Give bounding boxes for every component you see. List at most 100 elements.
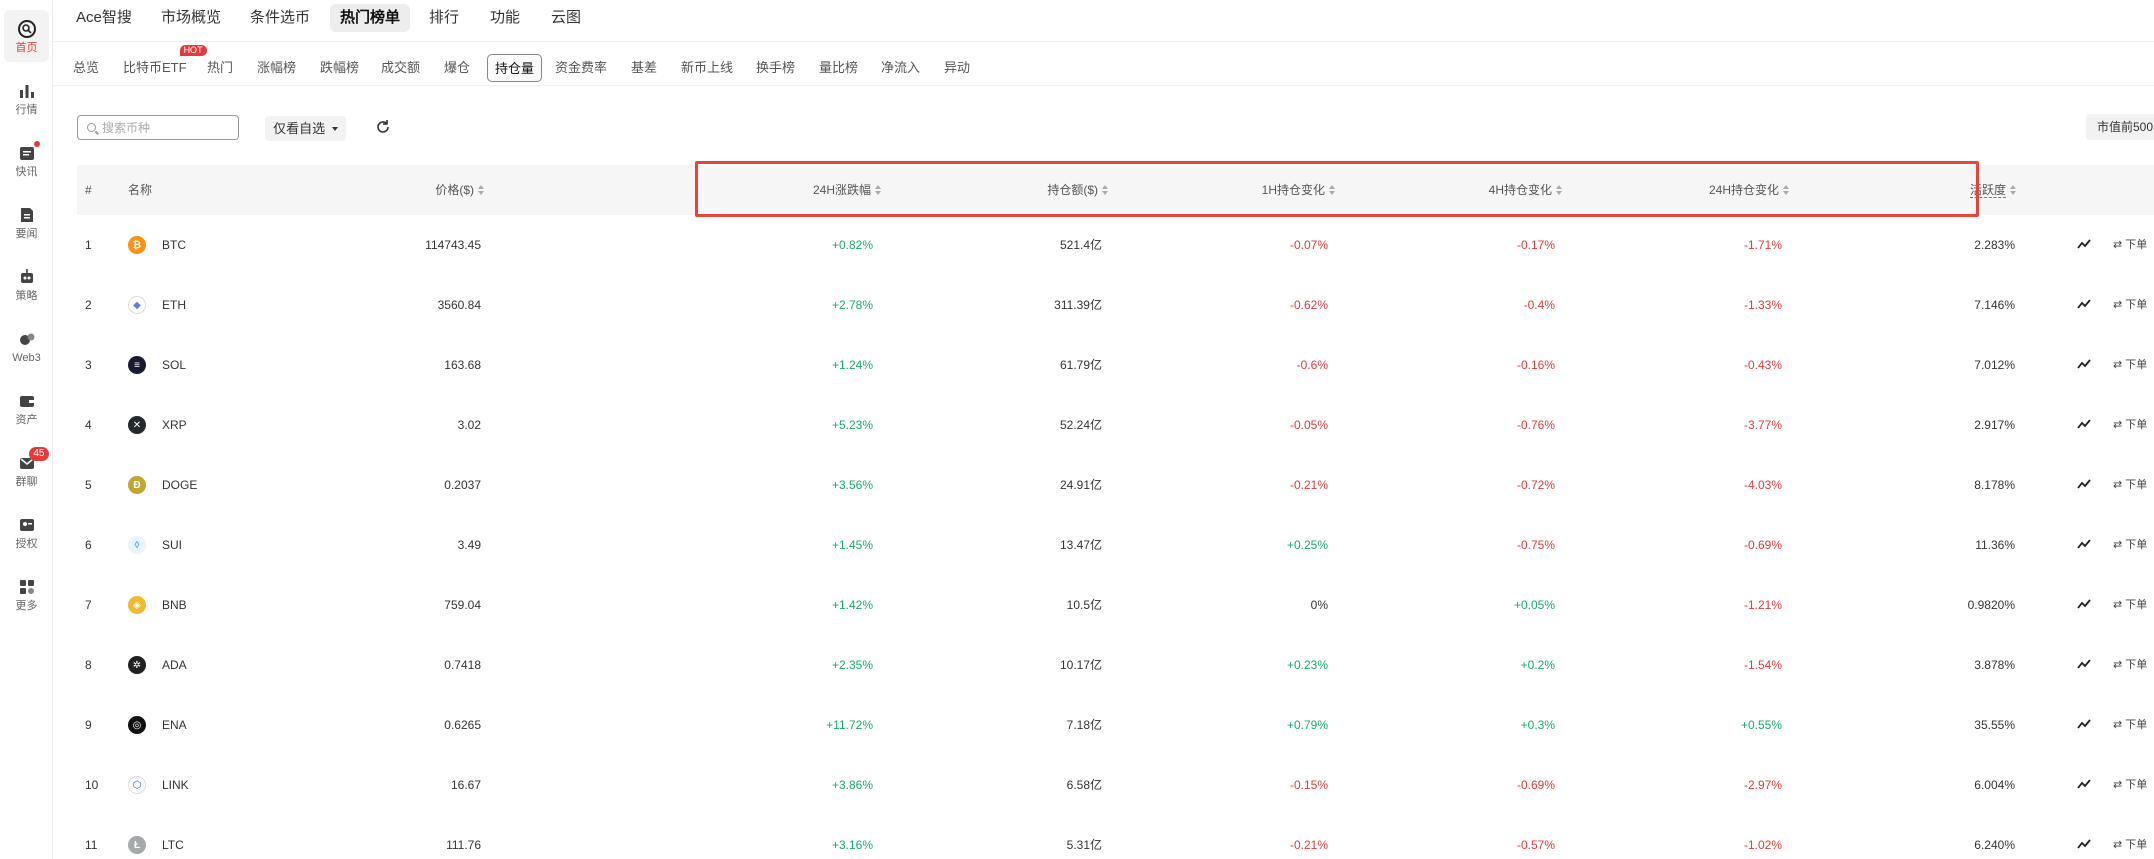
tab-net-inflow[interactable]: 净流入 — [881, 54, 920, 82]
tab-overview[interactable]: 总览 — [73, 54, 99, 82]
sidebar-item-auth[interactable]: 授权 — [0, 506, 53, 558]
nav-hot-lists[interactable]: 热门榜单 — [330, 4, 411, 32]
table-row[interactable]: 8 ✲ ADA 0.7418 +2.35% 10.17亿 +0.23% +0.2% -1.54%… — [77, 635, 2154, 695]
sidebar-item-chat[interactable]: 45 群聊 — [0, 444, 53, 496]
coin-name[interactable]: LTC — [162, 815, 184, 859]
sidebar-item-assets[interactable]: 资产 — [0, 382, 53, 434]
watchlist-only-dropdown[interactable]: 仅看自选 — [265, 116, 346, 141]
coin-logo-icon: ◊ — [128, 536, 146, 554]
left-sidebar: 首页 行情 快讯 要闻 策略 Web3 资产 45 群聊 授权 更多 — [0, 0, 53, 859]
order-button[interactable]: ⇄ 下单 — [2113, 395, 2147, 455]
coin-name[interactable]: BTC — [162, 215, 186, 275]
order-button[interactable]: ⇄ 下单 — [2113, 275, 2147, 335]
trend-chart-icon[interactable] — [2077, 718, 2091, 730]
rank-cell: 3 — [85, 358, 92, 372]
nav-coin-screener[interactable]: 条件选币 — [240, 4, 320, 32]
coin-name[interactable]: ETH — [162, 275, 186, 335]
order-button[interactable]: ⇄ 下单 — [2113, 335, 2147, 395]
market-cap-filter-button[interactable]: 市值前500 — [2086, 114, 2154, 140]
trend-chart-icon[interactable] — [2077, 538, 2091, 550]
trend-chart-icon[interactable] — [2077, 838, 2091, 850]
coin-name[interactable]: DOGE — [162, 455, 197, 515]
tab-basis[interactable]: 基差 — [631, 54, 657, 82]
sidebar-item-flash[interactable]: 快讯 — [0, 134, 53, 186]
nav-ranking[interactable]: 排行 — [419, 4, 469, 32]
tab-volume-ratio[interactable]: 量比榜 — [819, 54, 858, 82]
nav-ace-search[interactable]: Ace智搜 — [66, 4, 142, 32]
coin-name[interactable]: BNB — [162, 575, 187, 635]
tab-liquidations[interactable]: 爆仓 — [444, 54, 470, 82]
table-row[interactable]: 10 ⬡ LINK 16.67 +3.86% 6.58亿 -0.15% -0.69% -2.97… — [77, 755, 2154, 815]
table-row[interactable]: 4 ✕ XRP 3.02 +5.23% 52.24亿 -0.05% -0.76% -3.77% 2… — [77, 395, 2154, 455]
table-row[interactable]: 2 ◆ ETH 3560.84 +2.78% 311.39亿 -0.62% -0.4% -1.3… — [77, 275, 2154, 335]
header-oi-amount[interactable]: 持仓额($) — [957, 165, 1109, 215]
activity-cell: 2.917% — [1974, 418, 2015, 432]
tab-anomaly[interactable]: 异动 — [944, 54, 970, 82]
nav-cloud-map[interactable]: 云图 — [541, 4, 591, 32]
refresh-icon[interactable] — [373, 117, 393, 137]
trend-chart-icon[interactable] — [2077, 298, 2091, 310]
sidebar-item-news[interactable]: 要闻 — [0, 196, 53, 248]
tab-gainers[interactable]: 涨幅榜 — [257, 54, 296, 82]
coin-name[interactable]: ADA — [162, 635, 187, 695]
order-button[interactable]: ⇄ 下单 — [2113, 215, 2147, 275]
tab-losers[interactable]: 跌幅榜 — [320, 54, 359, 82]
table-row[interactable]: 11 Ł LTC 111.76 +3.16% 5.31亿 -0.21% -0.57% -1.02… — [77, 815, 2154, 859]
search-input[interactable]: 搜索币种 — [77, 115, 239, 140]
tab-open-interest[interactable]: 持仓量 — [487, 54, 543, 82]
oi-change-4h-cell: -0.72% — [1516, 478, 1555, 492]
oi-change-24h-cell: -3.77% — [1743, 418, 1782, 432]
table-row[interactable]: 9 ◎ ENA 0.6265 +11.72% 7.18亿 +0.79% +0.3% +0.55%… — [77, 695, 2154, 755]
order-button[interactable]: ⇄ 下单 — [2113, 515, 2147, 575]
sidebar-item-home[interactable]: 首页 — [4, 10, 49, 62]
nav-features[interactable]: 功能 — [480, 4, 530, 32]
header-activity[interactable]: 活跃度 — [1857, 165, 2017, 215]
tab-btc-etf[interactable]: 比特币ETF HOT — [123, 45, 207, 82]
table-row[interactable]: 6 ◊ SUI 3.49 +1.45% 13.47亿 +0.25% -0.75% -0.69% 1… — [77, 515, 2154, 575]
sidebar-item-strategy[interactable]: 策略 — [0, 258, 53, 310]
trend-chart-icon[interactable] — [2077, 358, 2091, 370]
sort-icon — [1556, 185, 1563, 195]
tab-volume[interactable]: 成交额 — [381, 54, 420, 82]
change-24h-cell: +5.23% — [831, 418, 873, 432]
table-row[interactable]: 1 ₿ BTC 114743.45 +0.82% 521.4亿 -0.07% -0.17% -1… — [77, 215, 2154, 275]
trend-chart-icon[interactable] — [2077, 658, 2091, 670]
sidebar-item-web3[interactable]: Web3 — [0, 320, 53, 372]
trend-chart-icon[interactable] — [2077, 478, 2091, 490]
coin-name[interactable]: XRP — [162, 395, 187, 455]
order-button[interactable]: ⇄ 下单 — [2113, 455, 2147, 515]
table-row[interactable]: 7 ◈ BNB 759.04 +1.42% 10.5亿 0% +0.05% -1.21% 0.98… — [77, 575, 2154, 635]
sidebar-label: 快讯 — [15, 165, 38, 178]
coin-name[interactable]: LINK — [162, 755, 189, 815]
trend-chart-icon[interactable] — [2077, 418, 2091, 430]
oi-amount-cell: 7.18亿 — [1066, 718, 1102, 732]
header-oi-change-4h[interactable]: 4H持仓变化 — [1407, 165, 1563, 215]
change-24h-cell: +11.72% — [826, 718, 873, 732]
table-row[interactable]: 5 Ð DOGE 0.2037 +3.56% 24.91亿 -0.21% -0.72% -4.0… — [77, 455, 2154, 515]
order-button[interactable]: ⇄ 下单 — [2113, 815, 2147, 859]
search-icon — [87, 123, 96, 132]
coin-name[interactable]: SUI — [162, 515, 182, 575]
order-button[interactable]: ⇄ 下单 — [2113, 755, 2147, 815]
header-change-24h[interactable]: 24H涨跌幅 — [727, 165, 882, 215]
order-button[interactable]: ⇄ 下单 — [2113, 695, 2147, 755]
header-oi-change-24h[interactable]: 24H持仓变化 — [1627, 165, 1790, 215]
tab-trending[interactable]: 热门 — [207, 54, 233, 82]
tab-turnover[interactable]: 换手榜 — [756, 54, 795, 82]
coin-name[interactable]: SOL — [162, 335, 186, 395]
tab-funding-rate[interactable]: 资金费率 — [555, 54, 607, 82]
trend-chart-icon[interactable] — [2077, 238, 2091, 250]
order-button[interactable]: ⇄ 下单 — [2113, 575, 2147, 635]
header-oi-change-1h[interactable]: 1H持仓变化 — [1177, 165, 1336, 215]
sidebar-item-market[interactable]: 行情 — [0, 72, 53, 124]
header-price[interactable]: 价格($) — [377, 165, 485, 215]
coin-name[interactable]: ENA — [162, 695, 187, 755]
trend-chart-icon[interactable] — [2077, 598, 2091, 610]
sidebar-item-more[interactable]: 更多 — [0, 568, 53, 620]
trend-chart-icon[interactable] — [2077, 778, 2091, 790]
oi-amount-cell: 13.47亿 — [1059, 538, 1102, 552]
nav-market-overview[interactable]: 市场概览 — [151, 4, 231, 32]
table-row[interactable]: 3 ≡ SOL 163.68 +1.24% 61.79亿 -0.6% -0.16% -0.43%… — [77, 335, 2154, 395]
order-button[interactable]: ⇄ 下单 — [2113, 635, 2147, 695]
tab-new-listings[interactable]: 新币上线 — [681, 54, 733, 82]
